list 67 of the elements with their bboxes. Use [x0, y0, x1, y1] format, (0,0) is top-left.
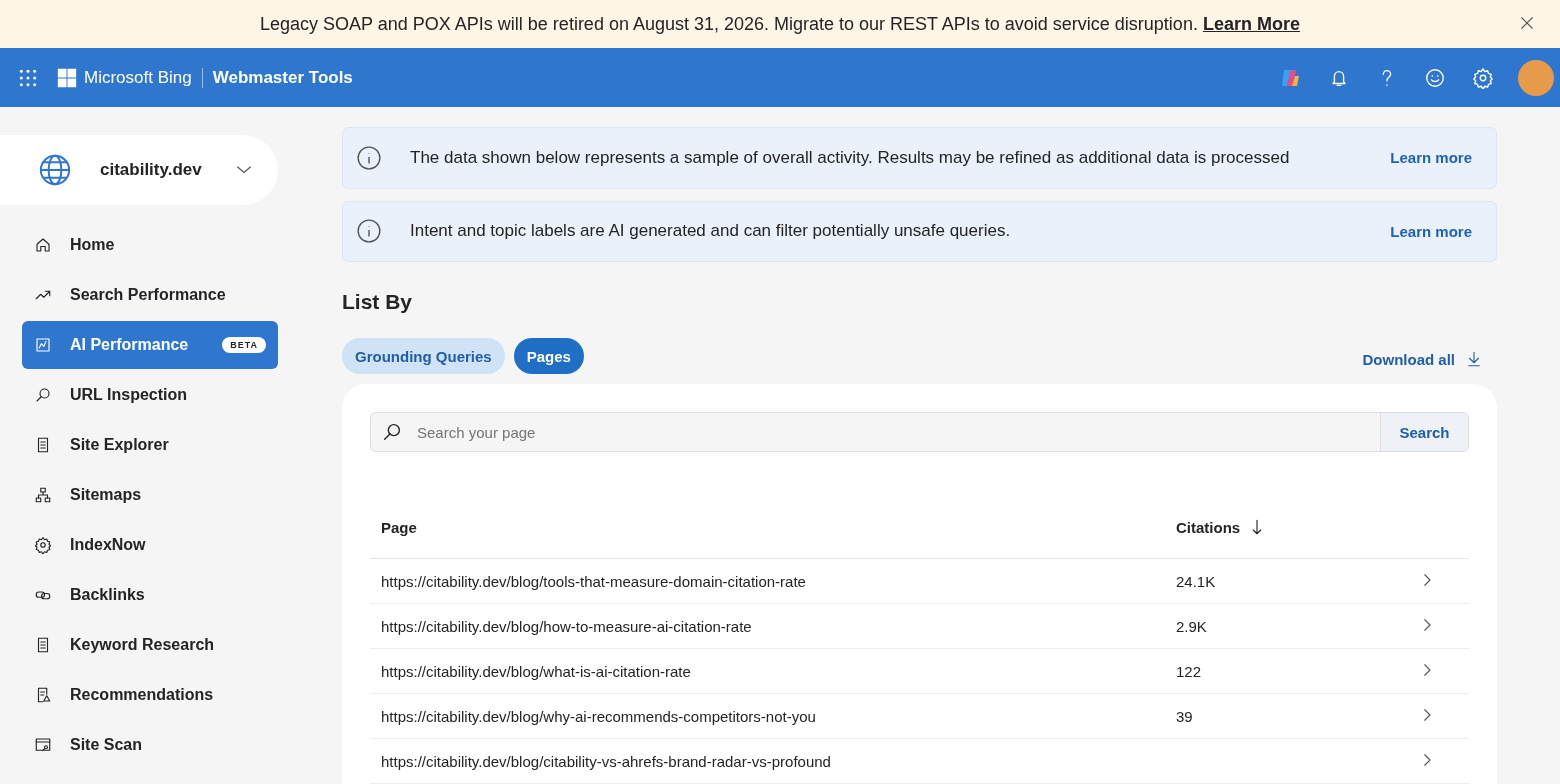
site-picker[interactable]: citability.dev [0, 135, 278, 205]
windows-logo-icon [56, 66, 78, 89]
sidebar-item[interactable]: URL Inspection [22, 371, 278, 419]
hierarchy-icon [34, 486, 52, 504]
chart-icon [34, 336, 52, 354]
page-url[interactable]: https://citability.dev/blog/tools-that-measure-domain-citation-rate [381, 572, 806, 590]
gear-icon [34, 536, 52, 554]
browser-scan-icon [34, 736, 52, 754]
page-url[interactable]: https://citability.dev/blog/what-is-ai-citation-rate [381, 662, 691, 680]
citation-count: 2.9K [1176, 617, 1207, 635]
sidebar-item-label: Site Scan [70, 736, 144, 754]
download-icon [1465, 350, 1483, 368]
citation-count: 122 [1176, 662, 1202, 680]
info-icon [356, 144, 382, 171]
smiley-icon [1424, 66, 1446, 89]
citation-count: 24.1K [1176, 572, 1216, 590]
sidebar-item-label: Home [70, 236, 116, 254]
sidebar-item-label: Backlinks [70, 586, 146, 604]
sidebar-item-label: Site Explorer [70, 436, 170, 454]
sidebar-item[interactable]: Keyword Research [22, 621, 278, 669]
notice-text: The data shown below represents a sample of overall activity. Results may be refined as additional data is processed [410, 147, 1291, 168]
sidebar-item[interactable]: Recommendations [22, 671, 278, 719]
notice-text: Intent and topic labels are AI generated and can filter potentially unsafe queries. [410, 221, 1012, 242]
column-header[interactable]: Citations [1176, 518, 1241, 536]
sidebar-item[interactable]: Site Explorer [22, 421, 278, 469]
sidebar-item-label: AI Performance [70, 336, 190, 354]
page-url[interactable]: https://citability.dev/blog/how-to-measure-ai-citation-rate [381, 617, 752, 635]
home-icon [34, 236, 52, 254]
brand-name: Microsoft Bing [84, 67, 192, 88]
sidebar-item-label: IndexNow [70, 536, 147, 554]
sidebar-item[interactable]: Backlinks [22, 571, 278, 619]
info-icon [356, 218, 382, 245]
page-url[interactable]: https://citability.dev/blog/citability-vs-ahrefs-brand-radar-vs-profound [381, 752, 831, 770]
download-all-link[interactable]: Download all [1362, 350, 1483, 368]
sidebar-item[interactable]: AI Performance BETA [22, 321, 278, 369]
learn-more-link[interactable]: Learn more [1390, 149, 1472, 167]
globe-icon [38, 153, 72, 187]
product-name: Webmaster Tools [212, 67, 353, 88]
download-all-label: Download all [1362, 350, 1455, 368]
close-icon [1518, 14, 1536, 32]
waffle-icon [18, 67, 38, 88]
column-header[interactable]: Page [381, 518, 417, 536]
search-button[interactable]: Search [1380, 413, 1468, 451]
sidebar-item-label: URL Inspection [70, 386, 189, 404]
sidebar-item-label: Keyword Research [70, 636, 216, 654]
search-icon [34, 386, 52, 404]
site-name: citability.dev [100, 160, 203, 180]
citation-count: 39 [1176, 707, 1193, 725]
beta-badge: BETA [222, 337, 266, 353]
settings-icon [1472, 66, 1494, 89]
sidebar-item[interactable]: Sitemaps [22, 471, 278, 519]
sidebar-item[interactable]: Search Performance [22, 271, 278, 319]
sidebar-item-label: Sitemaps [70, 486, 143, 504]
page-url[interactable]: https://citability.dev/blog/why-ai-recommends-competitors-not-you [381, 707, 816, 725]
search-icon [381, 421, 403, 443]
list-by-tab[interactable]: Grounding Queries [342, 338, 505, 374]
learn-more-link[interactable]: Learn More [1202, 13, 1300, 34]
list-by-tab[interactable]: Pages [513, 338, 584, 374]
sidebar-item-label: Recommendations [70, 686, 215, 704]
sidebar-item[interactable]: IndexNow [22, 521, 278, 569]
sidebar-item[interactable]: Site Scan [22, 721, 278, 769]
banner-message: Legacy SOAP and POX APIs will be retired on August 31, 2026. Migrate to our REST APIs to avoid service disruption. Learn More [260, 13, 1300, 35]
section-heading: List By [342, 290, 413, 314]
learn-more-link[interactable]: Learn more [1390, 222, 1472, 240]
sidebar-item[interactable]: Home [22, 221, 278, 269]
search-field[interactable]: Search your page Search [370, 412, 1469, 452]
sidebar-item-label: Search Performance [70, 286, 227, 304]
